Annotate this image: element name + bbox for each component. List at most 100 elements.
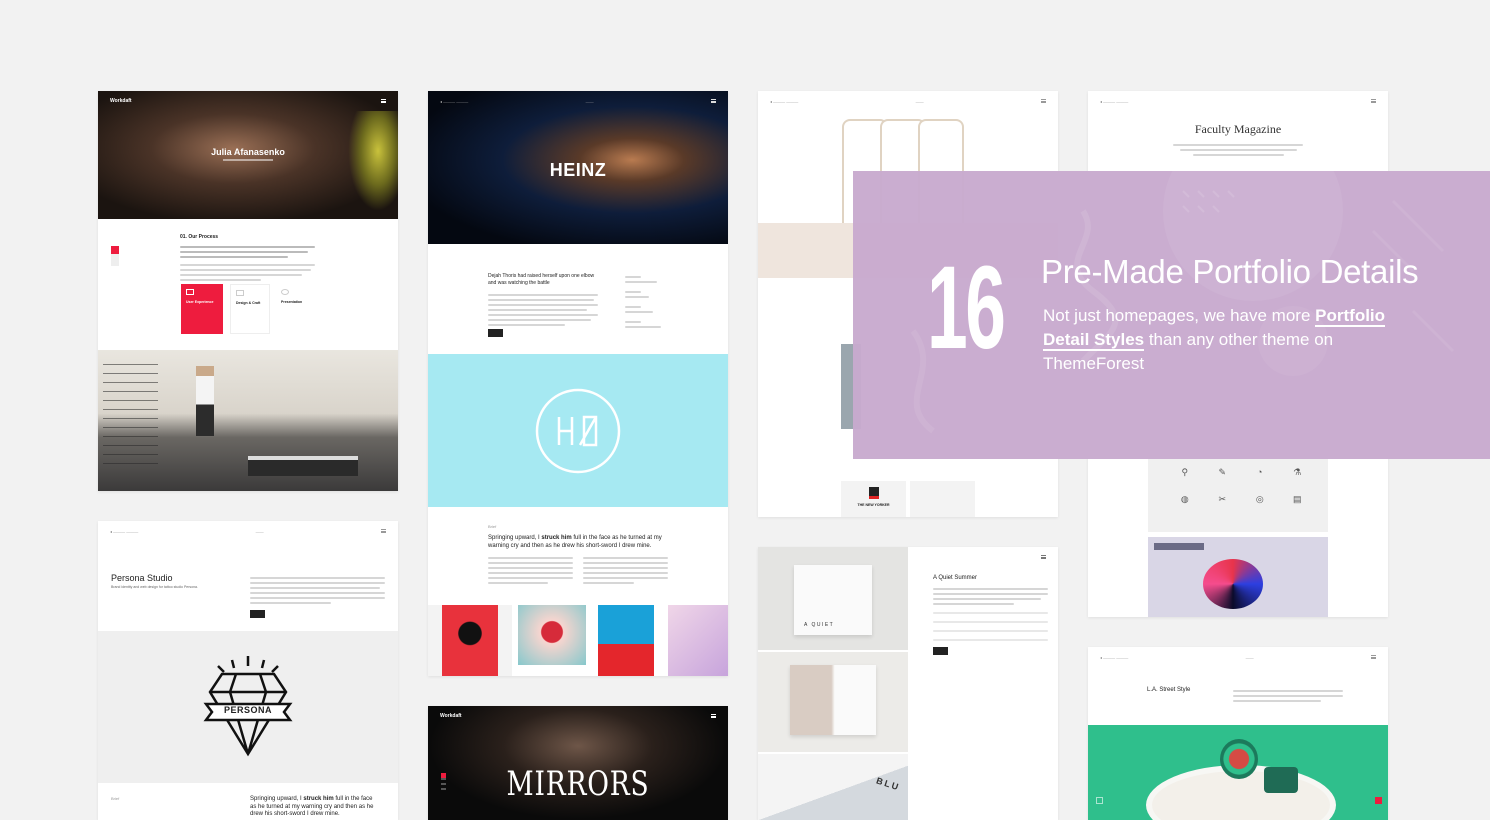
- process-label: Design & Craft: [236, 301, 261, 305]
- tower-art: [1220, 739, 1258, 779]
- intro-text: [488, 291, 598, 329]
- brief-quote: Springing upward, I struck him full in t…: [488, 535, 668, 550]
- nav-center[interactable]: ——: [586, 99, 594, 104]
- process-icon: [186, 289, 194, 295]
- chart-icon: ▤: [1292, 494, 1302, 504]
- menu-icon[interactable]: [1371, 99, 1376, 103]
- process-icon: [236, 290, 244, 296]
- intro-heading: Dejah Thoris had raised herself upon one…: [488, 273, 595, 286]
- logo-tile[interactable]: THE NEW YORKER: [841, 481, 906, 517]
- breadcrumb[interactable]: ◂ ——— ———: [1100, 99, 1128, 104]
- portfolio-card-heinz[interactable]: ◂ ——— ——— —— HEINZ Dejah Thoris had rais…: [428, 91, 728, 676]
- project-title: A Quiet Summer: [933, 575, 978, 581]
- portfolio-card-la-street[interactable]: ◂ ——— ——— —— L.A. Street Style: [1088, 647, 1388, 820]
- portfolio-card-persona[interactable]: ◂ ——— ——— —— Persona Studio Brand identi…: [98, 521, 398, 820]
- portfolio-card-mirrors[interactable]: Workdaft MIRRORS: [428, 706, 728, 820]
- menu-icon[interactable]: [1041, 555, 1046, 559]
- brief-label: Brief: [488, 524, 497, 529]
- breadcrumb[interactable]: ◂ ——— ———: [770, 99, 798, 104]
- logo[interactable]: Workdaft: [110, 98, 132, 104]
- menu-icon[interactable]: [710, 99, 716, 103]
- project-meta: [933, 609, 1048, 644]
- book-cover-text: A QUIET: [804, 622, 835, 628]
- gauge-icon: ◔: [1257, 467, 1263, 477]
- prev-arrow-icon[interactable]: [1096, 797, 1103, 804]
- logo[interactable]: Workdaft: [440, 713, 462, 719]
- quote-emphasis: struck him: [303, 796, 334, 802]
- icon-grid-row: ⚲ ✎ ◔ ⚗ ◍ ✂ ◎ ▤: [1166, 467, 1316, 505]
- feature-art: [1203, 559, 1263, 609]
- project-description: [933, 585, 1048, 608]
- menu-icon[interactable]: [1370, 655, 1376, 659]
- brief-label: Brief: [111, 796, 120, 801]
- process-item-presentation[interactable]: Presentation: [276, 284, 316, 334]
- globe-icon: ◍: [1180, 494, 1189, 504]
- gallery-thumb-2[interactable]: [518, 605, 586, 665]
- social-bar: [441, 773, 446, 793]
- menu-icon[interactable]: [711, 714, 716, 718]
- wrench-icon: ✎: [1218, 467, 1227, 477]
- book-open-2: [790, 665, 876, 735]
- section-title: 01. Our Process: [180, 234, 219, 240]
- gallery-art-1: [442, 605, 498, 676]
- portfolio-card-quiet-summer[interactable]: A QUIET BLU A Quiet Summer: [758, 547, 1058, 820]
- section-text: [180, 243, 315, 284]
- breadcrumb[interactable]: ◂ ——— ———: [110, 529, 138, 534]
- hero-figure: [348, 111, 398, 211]
- promo-title: Pre-Made Portfolio Details: [1041, 253, 1419, 290]
- project-description: [250, 574, 385, 607]
- launch-button[interactable]: [250, 610, 266, 618]
- launch-button[interactable]: [488, 329, 504, 337]
- promo-text: Not just homepages, we have more: [1043, 306, 1316, 325]
- table: [248, 456, 358, 476]
- nav-center[interactable]: ——: [1246, 655, 1254, 660]
- process-icon: [281, 289, 289, 295]
- process-item-ux[interactable]: User Experience: [181, 284, 223, 334]
- hero-title: MIRRORS: [506, 764, 650, 804]
- feature-caption: [1154, 543, 1204, 550]
- top-hat-icon: [868, 487, 879, 499]
- nav-center[interactable]: ——: [916, 99, 924, 104]
- planet-icon: ◎: [1255, 494, 1264, 504]
- gallery-thumb-4[interactable]: [668, 605, 728, 676]
- brand-title: THE NEW YORKER: [857, 503, 890, 507]
- project-subtitle: Brand identity and web design for tattoo…: [111, 585, 198, 589]
- brief-body: [488, 554, 668, 587]
- gallery-thumb-3[interactable]: [598, 605, 654, 676]
- process-item-design[interactable]: Design & Craft: [230, 284, 270, 334]
- page-title: Faculty Magazine: [1194, 122, 1282, 136]
- menu-icon[interactable]: [380, 529, 386, 533]
- quote-emphasis: struck him: [541, 535, 572, 541]
- project-description: [1233, 687, 1343, 705]
- intro-text: [1173, 141, 1303, 159]
- breadcrumb[interactable]: ◂ ——— ———: [1100, 655, 1128, 660]
- launch-button[interactable]: [933, 647, 949, 655]
- quote-text: Springing upward, I: [488, 535, 542, 541]
- rocket-icon: ⚲: [1181, 467, 1189, 477]
- project-title: Persona Studio: [111, 573, 173, 583]
- meta-column: [625, 273, 665, 331]
- count-number: 16: [927, 242, 1006, 374]
- brief-quote: Springing upward, I struck him full in t…: [250, 796, 380, 819]
- process-label: User Experience: [186, 300, 214, 304]
- portfolio-card-julia[interactable]: Workdaft Julia Afanasenko 01. Our Proces…: [98, 91, 398, 491]
- side-marker: [111, 246, 119, 266]
- promo-overlay: 16 Pre-Made Portfolio Details Not just h…: [853, 171, 1490, 459]
- logo-tile-2[interactable]: [910, 481, 975, 517]
- hero-title: HEINZ: [549, 160, 607, 180]
- promo-subtitle: Not just homepages, we have more Portfol…: [1043, 304, 1423, 376]
- brand-logo-icon: [535, 388, 621, 474]
- logo-wordmark: PERSONA: [223, 705, 272, 715]
- process-label: Presentation: [281, 300, 303, 304]
- person-figure: [196, 366, 214, 436]
- breadcrumb[interactable]: ◂ ——— ———: [440, 99, 468, 104]
- hero-meta: [223, 159, 273, 161]
- nav-center[interactable]: ——: [256, 529, 264, 534]
- menu-icon[interactable]: [1040, 99, 1046, 103]
- menu-icon[interactable]: [381, 99, 386, 103]
- stair-art: [1264, 767, 1298, 793]
- quote-text: Springing upward, I: [250, 796, 304, 802]
- next-arrow-icon[interactable]: [1375, 797, 1382, 804]
- project-title: L.A. Street Style: [1147, 687, 1191, 693]
- whiteboard-writing: [103, 356, 158, 471]
